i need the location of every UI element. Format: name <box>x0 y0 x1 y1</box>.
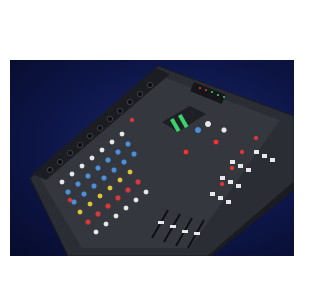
image-frame <box>0 0 295 302</box>
mixer-illustration <box>29 65 294 256</box>
mixer-photo <box>10 60 294 256</box>
